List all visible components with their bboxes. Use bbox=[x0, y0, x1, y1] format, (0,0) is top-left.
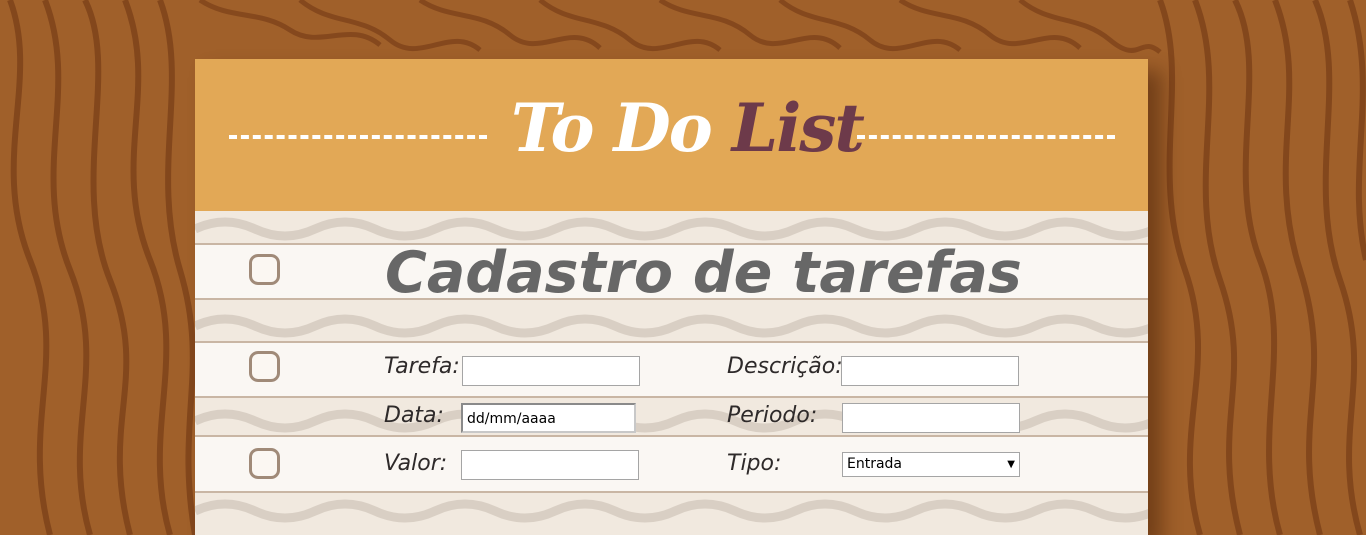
valor-input[interactable] bbox=[461, 450, 639, 480]
valor-label: Valor: bbox=[384, 451, 448, 476]
page-title: Cadastro de tarefas bbox=[385, 240, 1022, 306]
descricao-input[interactable] bbox=[841, 356, 1019, 386]
app-logo: To Do List bbox=[511, 83, 865, 173]
header-dashed-line-right bbox=[857, 135, 1115, 139]
row-checkbox[interactable] bbox=[249, 254, 280, 285]
tarefa-input[interactable] bbox=[462, 356, 640, 386]
descricao-label: Descrição: bbox=[727, 354, 843, 379]
row-checkbox[interactable] bbox=[249, 448, 280, 479]
data-date-input[interactable]: dd/mm/aaaa bbox=[461, 403, 636, 433]
tipo-label: Tipo: bbox=[727, 451, 782, 476]
header-dashed-line-left bbox=[229, 135, 487, 139]
header-banner: To Do List bbox=[195, 59, 1148, 211]
periodo-label: Periodo: bbox=[727, 403, 818, 428]
data-label: Data: bbox=[384, 403, 444, 428]
logo-text-todo: To Do bbox=[511, 89, 713, 167]
periodo-input[interactable] bbox=[842, 403, 1020, 433]
row-checkbox[interactable] bbox=[249, 351, 280, 382]
tipo-selected-value: Entrada bbox=[847, 456, 903, 472]
tipo-select[interactable]: Entrada ▼ bbox=[842, 452, 1020, 477]
dropdown-arrow-icon: ▼ bbox=[1007, 459, 1015, 470]
tarefa-label: Tarefa: bbox=[384, 354, 460, 379]
logo-text-list: List bbox=[731, 89, 865, 167]
